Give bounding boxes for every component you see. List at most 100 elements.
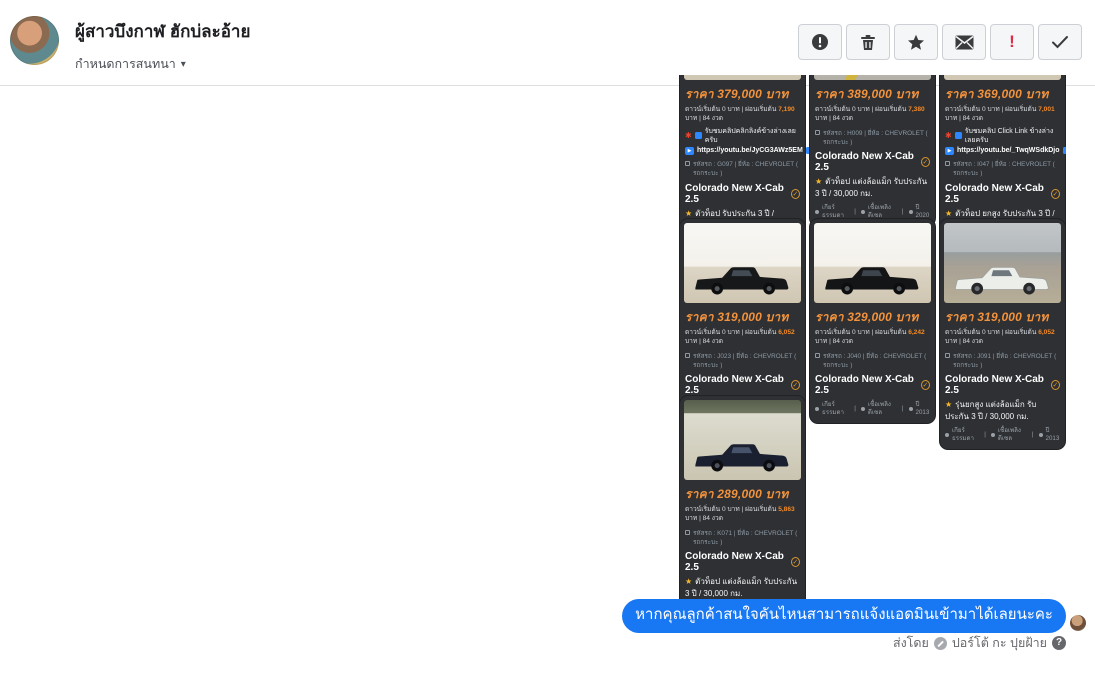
sender-name: ปอร์โต้ กะ ปุยฝ้าย	[951, 636, 1047, 650]
watch-clip-line: ✱ รับชมคลิป Click Link ข้างล่างเลยครับ	[945, 127, 1054, 144]
tags-line: รหัสรถ : J091 | ยี่ห้อ : CHEVROLET ( รถก…	[944, 349, 1061, 373]
page-title: ผู้สาวบึงกาฬ ฮักบ่ละอ้าย	[75, 22, 251, 41]
blue-square-icon	[954, 132, 962, 140]
code-icon	[815, 352, 820, 358]
tags-line: รหัสรถ : J023 | ยี่ห้อ : CHEVROLET ( รถก…	[684, 349, 801, 373]
delete-button[interactable]	[846, 24, 890, 60]
finance-line: ดาวน์เริ่มต้น 0 บาท | ผ่อนเริ่มต้น 5,863…	[685, 506, 795, 522]
gear-icon	[815, 209, 819, 214]
finance-line: ดาวน์เริ่มต้น 0 บาท | ผ่อนเริ่มต้น 7,190…	[685, 106, 795, 122]
price-label: ราคา 389,000 บาท	[815, 87, 919, 101]
feature-line: ★ตัวท็อป แต่งล้อแม็ก รับประกัน 3 ปี / 30…	[815, 177, 928, 198]
conversation-schedule-label: กำหนดการสนทนา	[75, 57, 176, 71]
youtube-link[interactable]: https://youtu.be/JyCG3AWz5EM	[697, 147, 803, 154]
page-avatar[interactable]	[10, 16, 59, 65]
price-label: ราคา 329,000 บาท	[815, 310, 919, 324]
tags-line: รหัสรถ : G097 | ยี่ห้อ : CHEVROLET ( รถก…	[684, 157, 801, 181]
finance-line: ดาวน์เริ่มต้น 0 บาท | ผ่อนเริ่มต้น 6,052…	[945, 329, 1055, 345]
check-badge-icon: ✓	[790, 380, 800, 391]
play-icon: ▶	[685, 146, 694, 155]
fuel-icon	[990, 432, 995, 437]
red-exclamation-icon: !	[1009, 32, 1015, 51]
report-button[interactable]	[798, 24, 842, 60]
meta-line: เกียร์ ธรรมดา | เชื้อเพลิง ดีเซล | ปี 20…	[814, 398, 931, 417]
car-listing-card[interactable]: ราคา 319,000 บาท ดาวน์เริ่มต้น 0 บาท | ผ…	[939, 218, 1066, 450]
fuel-icon	[860, 407, 865, 412]
car-icon	[1038, 432, 1043, 437]
installment-amount: 6,052	[778, 329, 795, 336]
sparkle-icon: ✱	[945, 130, 952, 140]
check-badge-icon: ✓	[920, 380, 930, 391]
code-icon	[815, 129, 820, 135]
blue-square-icon	[694, 132, 702, 140]
chevron-down-icon: ▾	[180, 58, 186, 70]
video-link-line: ▶ https://youtu.be/JyCG3AWz5EM	[684, 146, 813, 157]
code-icon	[685, 352, 690, 358]
star-icon: ★	[945, 208, 953, 218]
meta-line: เกียร์ ธรรมดา | เชื้อเพลิง ดีเซล | ปี 20…	[814, 201, 931, 220]
model-title: Colorado New X-Cab 2.5 ✓	[815, 151, 930, 174]
price-label: ราคา 369,000 บาท	[945, 87, 1049, 101]
blue-square-icon	[1062, 147, 1066, 155]
car-photo	[684, 400, 801, 480]
feature-line: ★ตัวท็อป แต่งล้อแม็ก รับประกัน 3 ปี / 30…	[685, 577, 798, 598]
truck-silhouette-icon	[695, 444, 789, 472]
watch-clip-line: ✱ รับชมคลิปคลิกลิงค์ข้างล่างเลยครับ	[685, 127, 796, 144]
mark-done-button[interactable]	[1038, 24, 1082, 60]
youtube-link[interactable]: https://youtu.be/_TwqWSdkDjo	[957, 147, 1060, 154]
sent-by-line: ส่งโดย ปอร์โต้ กะ ปุยฝ้าย ?	[893, 633, 1066, 653]
chat-bubble: หากคุณลูกค้าสนใจคันไหนสามารถแจ้งแอดมินเข…	[622, 599, 1066, 633]
car-photo	[944, 75, 1061, 80]
model-title: Colorado New X-Cab 2.5 ✓	[945, 182, 1060, 205]
tags-line: รหัสรถ : I047 | ยี่ห้อ : CHEVROLET ( รถก…	[944, 157, 1061, 181]
check-badge-icon: ✓	[920, 157, 930, 168]
finance-line: ดาวน์เริ่มต้น 0 บาท | ผ่อนเริ่มต้น 7,001…	[945, 106, 1055, 122]
code-icon	[945, 160, 950, 166]
star-icon	[908, 34, 924, 50]
trash-icon	[861, 34, 875, 50]
code-icon	[685, 160, 690, 166]
envelope-icon	[955, 35, 973, 49]
conversation-header: ผู้สาวบึงกาฬ ฮักบ่ละอ้าย กำหนดการสนทนา ▾	[0, 0, 1095, 86]
car-listing-card[interactable]: ราคา 389,000 บาท ดาวน์เริ่มต้น 0 บาท | ผ…	[809, 75, 936, 227]
card-row-bottom: ราคา 289,000 บาท ดาวน์เริ่มต้น 0 บาท | ผ…	[679, 395, 806, 627]
play-icon: ▶	[945, 146, 954, 155]
car-listing-card[interactable]: ราคา 289,000 บาท ดาวน์เริ่มต้น 0 บาท | ผ…	[679, 395, 806, 627]
car-listing-card[interactable]: ราคา 329,000 บาท ดาวน์เริ่มต้น 0 บาท | ผ…	[809, 218, 936, 425]
car-photo	[814, 75, 931, 80]
installment-amount: 5,863	[778, 506, 795, 513]
truck-silhouette-icon	[695, 267, 789, 295]
model-title: Colorado New X-Cab 2.5 ✓	[945, 374, 1060, 397]
model-title: Colorado New X-Cab 2.5 ✓	[815, 374, 930, 397]
header-action-bar: !	[798, 24, 1082, 60]
code-icon	[685, 529, 690, 535]
truck-silhouette-icon	[825, 267, 919, 295]
check-badge-icon: ✓	[790, 188, 800, 199]
star-icon: ★	[685, 208, 693, 218]
feature-line: ★ รุ่นยกสูง แต่งล้อแม็ก รับประกัน 3 ปี / …	[945, 400, 1037, 421]
price-label: ราคา 319,000 บาท	[685, 310, 789, 324]
mail-button[interactable]	[942, 24, 986, 60]
tags-line: รหัสรถ : J040 | ยี่ห้อ : CHEVROLET ( รถก…	[814, 349, 931, 373]
car-icon	[908, 209, 913, 214]
installment-amount: 7,001	[1038, 106, 1055, 113]
truck-silhouette-icon	[955, 267, 1050, 295]
installment-amount: 7,190	[778, 106, 795, 113]
mark-spam-button[interactable]: !	[990, 24, 1034, 60]
outgoing-message-row: หากคุณลูกค้าสนใจคันไหนสามารถแจ้งแอดมินเข…	[622, 599, 1086, 633]
circle-exclamation-icon	[812, 34, 828, 50]
model-title: Colorado New X-Cab 2.5 ✓	[685, 551, 800, 574]
car-icon	[908, 407, 913, 412]
check-badge-icon: ✓	[1050, 188, 1060, 199]
gear-icon	[815, 407, 819, 412]
sparkle-icon: ✱	[685, 130, 692, 140]
finance-line: ดาวน์เริ่มต้น 0 บาท | ผ่อนเริ่มต้น 7,380…	[815, 106, 925, 122]
conversation-schedule-dropdown[interactable]: กำหนดการสนทนา ▾	[75, 54, 250, 74]
star-button[interactable]	[894, 24, 938, 60]
model-title: Colorado New X-Cab 2.5 ✓	[685, 182, 800, 205]
car-photo	[684, 75, 801, 80]
price-label: ราคา 319,000 บาท	[945, 310, 1049, 324]
check-badge-icon: ✓	[1050, 380, 1060, 391]
price-label: ราคา 289,000 บาท	[685, 487, 789, 501]
help-icon[interactable]: ?	[1052, 636, 1066, 650]
